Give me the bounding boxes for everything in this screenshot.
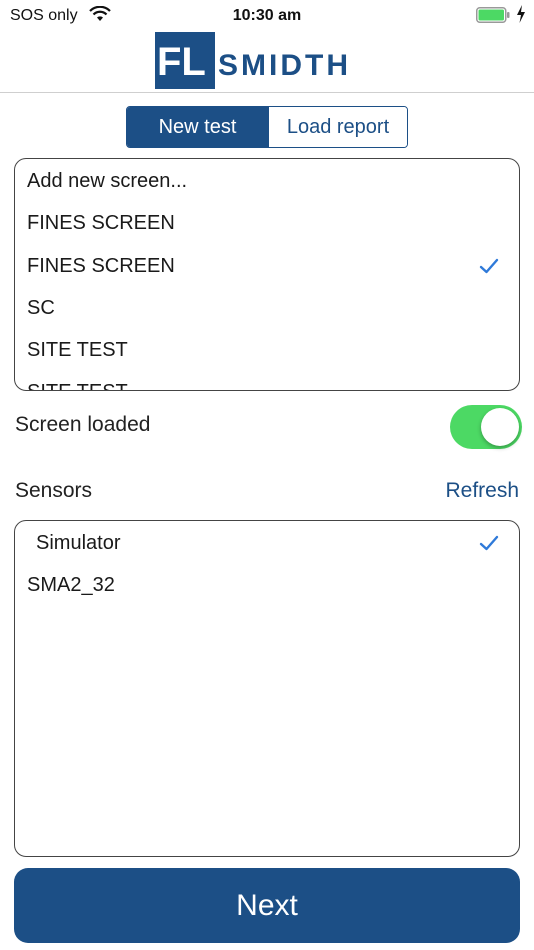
- screen-loaded-label: Screen loaded: [15, 413, 151, 436]
- tab-load-report[interactable]: Load report: [268, 107, 407, 147]
- list-item-sensor-selected[interactable]: Simulator: [15, 522, 519, 564]
- next-button[interactable]: Next: [14, 868, 520, 943]
- list-item-label: Simulator: [36, 532, 121, 554]
- header-divider: [0, 92, 534, 93]
- svg-text:FL: FL: [157, 40, 206, 84]
- svg-text:SMIDTH: SMIDTH: [218, 49, 351, 82]
- refresh-button[interactable]: Refresh: [445, 479, 519, 503]
- list-item-label: SMA2_32: [27, 574, 115, 596]
- mode-segmented-control: New test Load report: [126, 106, 408, 148]
- toggle-knob: [481, 408, 519, 446]
- list-item-add-new-screen[interactable]: Add new screen...: [15, 160, 519, 202]
- flsmidth-logo: FL SMIDTH: [155, 32, 380, 89]
- screen-loaded-toggle[interactable]: [450, 405, 522, 449]
- list-item-screen[interactable]: SITE TEST: [15, 371, 519, 390]
- list-item-label: FINES SCREEN: [27, 212, 175, 234]
- sensors-heading: Sensors: [15, 479, 93, 502]
- list-item-screen-selected[interactable]: FINES SCREEN: [15, 245, 519, 287]
- status-bar: SOS only 10:30 am: [0, 0, 534, 32]
- list-item-label: Add new screen...: [27, 170, 188, 192]
- checkmark-icon: [479, 535, 499, 551]
- list-item-sensor[interactable]: SMA2_32: [15, 564, 519, 606]
- clock: 10:30 am: [232, 7, 302, 24]
- charging-bolt-icon: [517, 5, 525, 23]
- checkmark-icon: [479, 258, 499, 274]
- list-item-screen[interactable]: SITE TEST: [15, 329, 519, 371]
- list-item-label: FINES SCREEN: [27, 255, 175, 277]
- list-item-label: SITE TEST: [27, 371, 128, 390]
- list-item-screen[interactable]: SC: [15, 287, 519, 329]
- screen-list[interactable]: Add new screen... FINES SCREEN FINES SCR…: [14, 158, 520, 391]
- list-item-label: SC: [27, 297, 55, 319]
- list-item-screen[interactable]: FINES SCREEN: [15, 202, 519, 244]
- battery-icon: [476, 7, 510, 23]
- tab-new-test[interactable]: New test: [127, 107, 268, 147]
- list-item-label: SITE TEST: [27, 339, 128, 361]
- sensor-list[interactable]: Simulator SMA2_32: [14, 520, 520, 857]
